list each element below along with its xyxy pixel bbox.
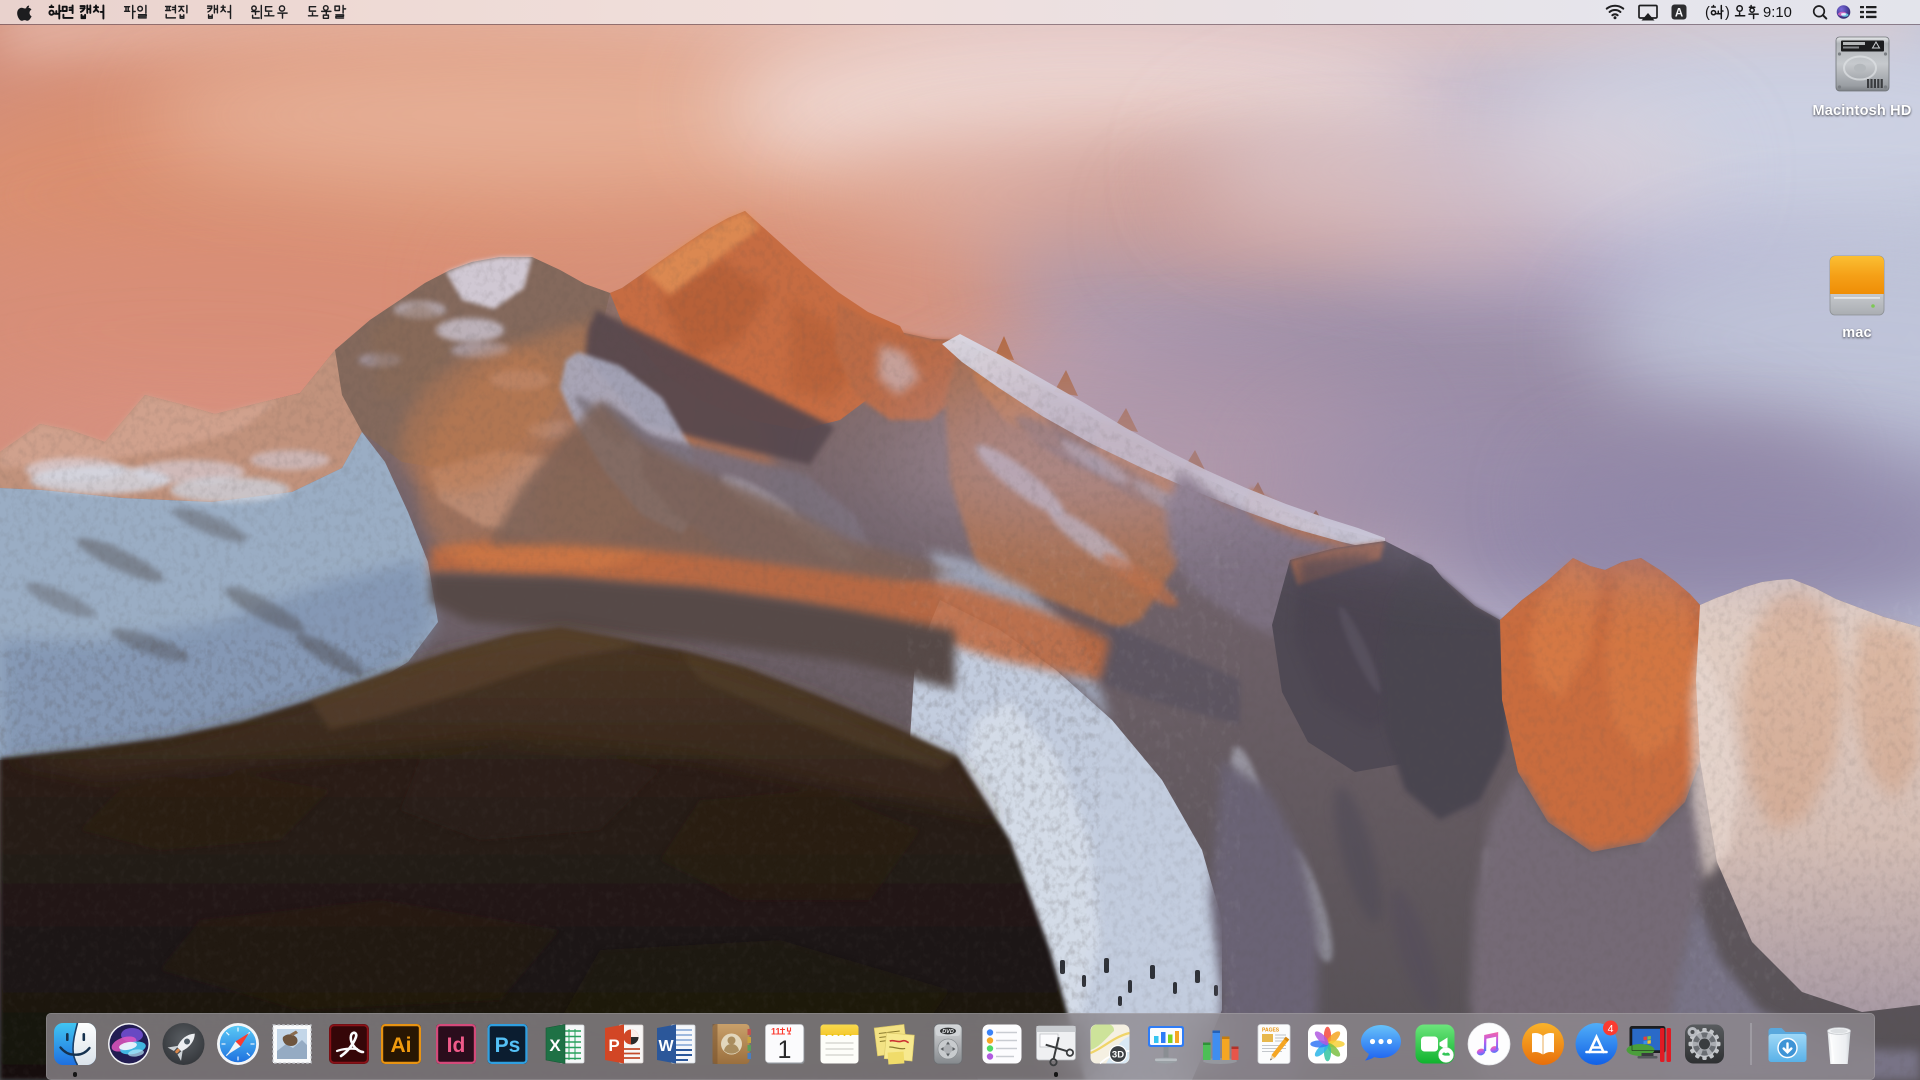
svg-text:PAGES: PAGES <box>1262 1028 1280 1034</box>
svg-text:W: W <box>658 1038 674 1055</box>
svg-text:(: ( <box>1705 5 1710 21</box>
svg-text:X: X <box>549 1036 561 1055</box>
svg-text:9:10: 9:10 <box>1763 5 1792 21</box>
svg-text:DVD: DVD <box>942 1029 954 1035</box>
svg-text:3D: 3D <box>1112 1050 1124 1061</box>
svg-text:A: A <box>1675 7 1683 19</box>
svg-text:Ai: Ai <box>391 1034 412 1057</box>
svg-text:P: P <box>608 1036 619 1055</box>
svg-text:11: 11 <box>771 1027 781 1037</box>
svg-text:1: 1 <box>778 1036 792 1064</box>
svg-text:4: 4 <box>1608 1023 1614 1035</box>
svg-text:Ps: Ps <box>495 1034 521 1057</box>
svg-text:Id: Id <box>447 1034 466 1057</box>
svg-text:): ) <box>1725 5 1730 21</box>
